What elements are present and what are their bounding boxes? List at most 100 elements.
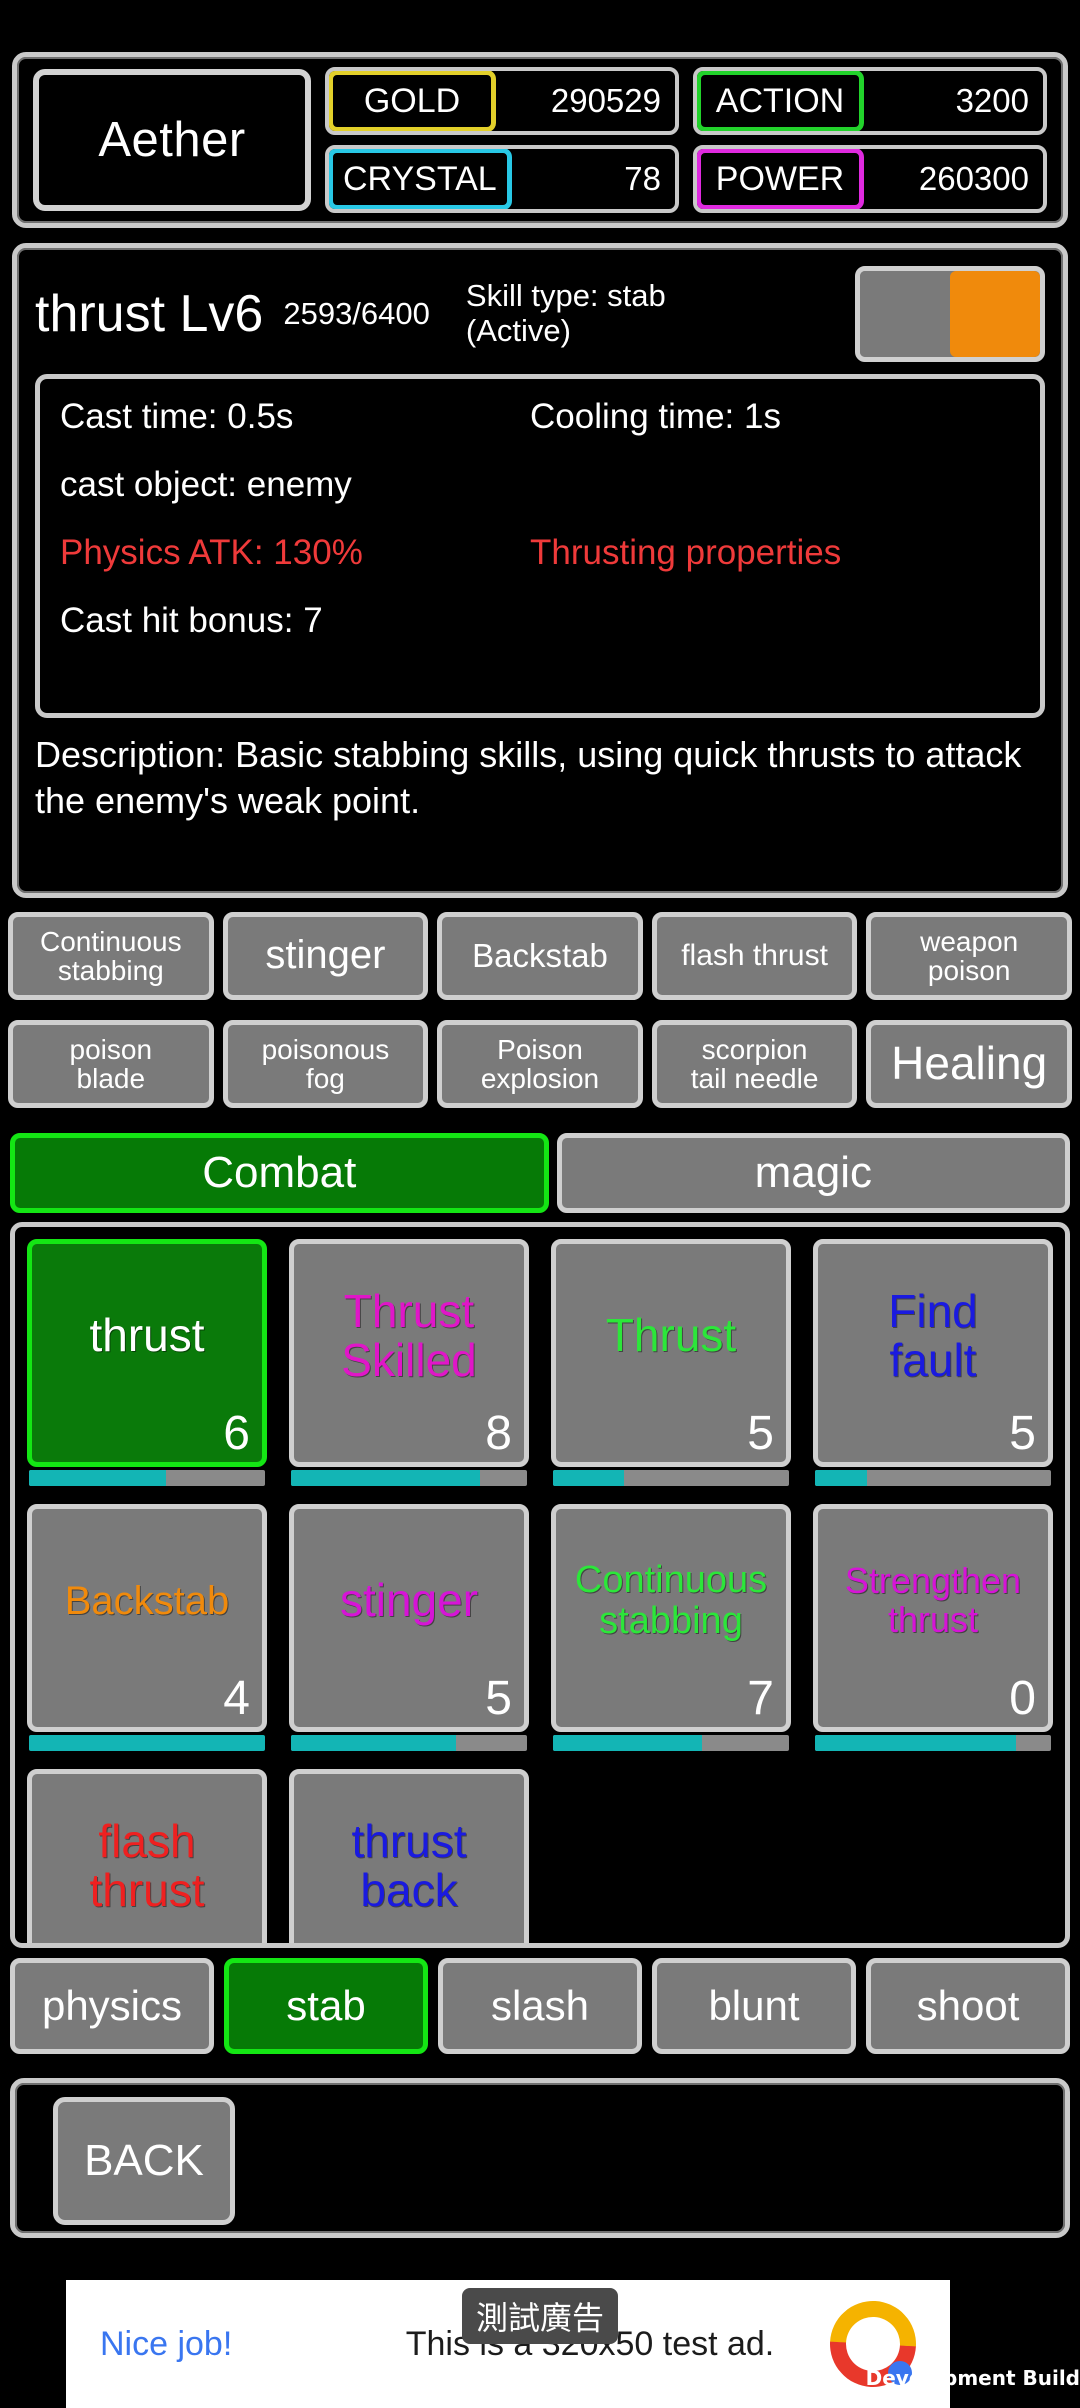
related-skill-row-1: Continuous stabbing stinger Backstab flash … [8,912,1072,1000]
skill-card-label: Backstab [64,1578,230,1623]
skill-card[interactable]: thrust 6 [27,1239,267,1486]
type-filter-tab-slash[interactable]: slash [438,1958,642,2054]
stat-crystal-value: 78 [624,160,661,197]
related-skill-chip[interactable]: Healing [866,1020,1072,1108]
skill-card-level: 5 [747,1407,774,1460]
skill-detail-panel: thrust Lv6 2593/6400 Skill type: stab (A… [12,243,1068,898]
skill-card-progress-fill [291,1735,457,1751]
skill-card-face: Thrust 5 [551,1239,791,1467]
skill-card-face: Thrust Skilled 8 [289,1239,529,1467]
stat-row-times: Cast time: 0.5s Cooling time: 1s [60,397,1020,437]
stat-gold-label: GOLD [329,71,496,131]
skill-card-progress-bar [29,1735,265,1751]
skill-card-progress-fill [815,1735,1016,1751]
player-header-panel: Aether GOLD 290529 ACTION 3200 CRYSTAL 7… [12,52,1068,228]
skill-card-progress-fill [553,1470,624,1486]
related-skill-chip[interactable]: Backstab [437,912,643,1000]
skill-card-progress-bar [553,1470,789,1486]
related-skill-chip[interactable]: stinger [222,912,429,1000]
stat-row-hit-bonus: Cast hit bonus: 7 [60,601,1020,641]
skill-card[interactable]: Thrust Skilled 8 [289,1239,529,1486]
type-filter-tab-shoot[interactable]: shoot [866,1958,1070,2054]
related-skill-chip[interactable]: poisonous fog [222,1020,429,1108]
skill-card-level: 6 [223,1407,250,1460]
physics-atk: Physics ATK: 130% [60,533,363,572]
skill-card-progress-fill [553,1735,702,1751]
skill-exp: 2593/6400 [283,296,430,331]
category-tab-magic[interactable]: magic [556,1133,1070,1213]
skill-card-face: Find fault 5 [813,1239,1053,1467]
skill-card[interactable]: Backstab 4 [27,1504,267,1751]
skill-card-label: Find fault [888,1284,978,1386]
cast-time: Cast time: 0.5s [60,397,294,436]
skill-card-level: 5 [1009,1407,1036,1460]
skill-card-progress-bar [815,1735,1051,1751]
category-tab-combat[interactable]: Combat [10,1133,549,1213]
thrusting-properties: Thrusting properties [530,533,842,572]
skill-stats-box: Cast time: 0.5s Cooling time: 1s cast ob… [35,374,1045,718]
skill-card-progress-bar [291,1470,527,1486]
toggle-knob-on [950,271,1040,357]
toggle-track-off [860,271,950,357]
related-skill-chip[interactable]: weapon poison [866,912,1072,1000]
skill-card-label: thrust [89,1309,205,1362]
stat-crystal-label: CRYSTAL [329,149,512,209]
skill-card-label: Strengthen thrust [844,1560,1022,1640]
bottom-bar: BACK [10,2078,1070,2238]
back-button[interactable]: BACK [53,2097,235,2225]
type-filter-tab-bar: physics stab slash blunt shoot [10,1958,1070,2054]
player-name-box: Aether [33,69,311,211]
skill-name: thrust Lv6 [35,285,264,343]
skill-card-progress-fill [815,1470,867,1486]
skill-type: Skill type: stab (Active) [465,278,666,348]
stat-power: POWER 260300 [693,145,1047,213]
skill-card[interactable]: flash thrust [27,1769,267,1943]
cast-object: cast object: enemy [60,465,352,504]
skill-card-progress-fill [29,1470,166,1486]
skill-card-progress-fill [29,1735,265,1751]
skill-card[interactable]: thrust back [289,1769,529,1943]
skill-card-label: Thrust Skilled [341,1284,477,1386]
ad-cta-text: Nice job! [100,2324,233,2363]
skill-card[interactable]: Continuous stabbing 7 [551,1504,791,1751]
skill-active-toggle[interactable] [855,266,1045,362]
skill-card-face: thrust 6 [27,1239,267,1467]
skill-card-level: 5 [485,1672,512,1725]
skill-card-face: Continuous stabbing 7 [551,1504,791,1732]
stat-power-value: 260300 [918,160,1029,197]
stat-crystal: CRYSTAL 78 [325,145,679,213]
related-skill-chip[interactable]: flash thrust [651,912,858,1000]
skill-card-label: thrust back [351,1814,467,1916]
related-skill-chip[interactable]: Poison explosion [437,1020,643,1108]
skill-card[interactable]: Strengthen thrust 0 [813,1504,1053,1751]
type-filter-tab-blunt[interactable]: blunt [652,1958,856,2054]
skill-grid-scroll-area[interactable]: thrust 6 Thrust Skilled 8 Thrust 5 Find fault 5… [10,1222,1070,1948]
skill-card[interactable]: Find fault 5 [813,1239,1053,1486]
stat-action-value: 3200 [955,82,1029,119]
skill-card[interactable]: stinger 5 [289,1504,529,1751]
skill-card-level: 4 [223,1672,250,1725]
currency-stat-grid: GOLD 290529 ACTION 3200 CRYSTAL 78 POWER… [325,67,1047,213]
related-skill-chip[interactable]: Continuous stabbing [8,912,214,1000]
skill-card-progress-bar [553,1735,789,1751]
type-filter-tab-physics[interactable]: physics [10,1958,214,2054]
skill-card-face: flash thrust [27,1769,267,1943]
related-skill-chip[interactable]: scorpion tail needle [651,1020,858,1108]
skill-card-face: stinger 5 [289,1504,529,1732]
skill-card-progress-bar [29,1470,265,1486]
stat-action: ACTION 3200 [693,67,1047,135]
skill-card[interactable]: Thrust 5 [551,1239,791,1486]
ad-test-badge: 測試廣告 [461,2288,619,2344]
player-name: Aether [98,113,246,167]
skill-card-level: 8 [485,1407,512,1460]
skill-card-label: Continuous stabbing [574,1559,768,1642]
cast-hit-bonus: Cast hit bonus: 7 [60,601,323,640]
skill-card-level: 0 [1009,1672,1036,1725]
skill-card-progress-bar [815,1470,1051,1486]
skill-card-label: stinger [339,1574,479,1627]
stat-gold: GOLD 290529 [325,67,679,135]
skill-description: Description: Basic stabbing skills, usin… [35,734,1022,822]
skill-grid: thrust 6 Thrust Skilled 8 Thrust 5 Find fault 5… [27,1239,1053,1943]
related-skill-chip[interactable]: poison blade [8,1020,214,1108]
type-filter-tab-stab[interactable]: stab [224,1958,428,2054]
